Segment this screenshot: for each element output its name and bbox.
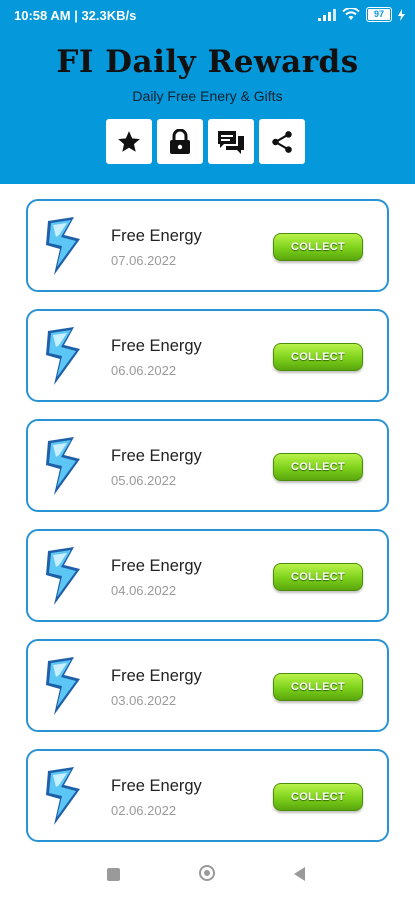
reward-card: Free Energy 03.06.2022 COLLECT	[26, 639, 389, 732]
reward-card: Free Energy 07.06.2022 COLLECT	[26, 199, 389, 292]
collect-button[interactable]: COLLECT	[273, 783, 363, 811]
lock-icon	[170, 128, 190, 154]
reward-date: 06.06.2022	[111, 363, 177, 378]
app-header: 10:58 AM | 32.3KB/s 97 FI Daily Rewards	[0, 0, 415, 184]
privacy-button[interactable]	[157, 119, 203, 164]
page-title: FI Daily Rewards	[56, 44, 359, 80]
wifi-icon	[342, 8, 360, 20]
reward-title: Free Energy	[111, 667, 202, 685]
reward-title: Free Energy	[111, 337, 202, 355]
energy-bolt-icon	[46, 327, 80, 385]
reward-date: 02.06.2022	[111, 803, 177, 818]
chat-icon	[218, 130, 244, 154]
collect-button[interactable]: COLLECT	[273, 343, 363, 371]
energy-bolt-icon	[46, 217, 80, 275]
recents-icon[interactable]	[107, 868, 120, 881]
reward-card: Free Energy 06.06.2022 COLLECT	[26, 309, 389, 402]
energy-bolt-icon	[46, 547, 80, 605]
reward-card: Free Energy 05.06.2022 COLLECT	[26, 419, 389, 512]
reward-title: Free Energy	[111, 557, 202, 575]
reward-card: Free Energy 02.06.2022 COLLECT	[26, 749, 389, 842]
share-icon	[272, 130, 292, 153]
reward-card: Free Energy 04.06.2022 COLLECT	[26, 529, 389, 622]
energy-bolt-icon	[46, 657, 80, 715]
energy-bolt-icon	[46, 437, 80, 495]
feedback-button[interactable]	[208, 119, 254, 164]
collect-button[interactable]: COLLECT	[273, 563, 363, 591]
reward-date: 05.06.2022	[111, 473, 177, 488]
share-button[interactable]	[259, 119, 305, 164]
status-icons: 97	[318, 7, 405, 22]
reward-date: 07.06.2022	[111, 253, 177, 268]
home-icon[interactable]	[199, 865, 215, 881]
collect-button[interactable]: COLLECT	[273, 453, 363, 481]
reward-date: 03.06.2022	[111, 693, 177, 708]
status-bar: 10:58 AM | 32.3KB/s 97	[0, 0, 415, 32]
charging-icon	[398, 8, 405, 21]
battery-icon: 97	[366, 7, 392, 22]
header-toolbar	[106, 119, 305, 164]
energy-bolt-icon	[46, 767, 80, 825]
reward-title: Free Energy	[111, 777, 202, 795]
rewards-list: Free Energy 07.06.2022 COLLECT Free Ener…	[26, 199, 389, 859]
status-time: 10:58 AM | 32.3KB/s	[14, 8, 137, 23]
reward-date: 04.06.2022	[111, 583, 177, 598]
battery-level: 97	[373, 9, 384, 19]
reward-title: Free Energy	[111, 447, 202, 465]
reward-title: Free Energy	[111, 227, 202, 245]
collect-button[interactable]: COLLECT	[273, 673, 363, 701]
favorite-button[interactable]	[106, 119, 152, 164]
collect-button[interactable]: COLLECT	[273, 233, 363, 261]
back-icon[interactable]	[294, 867, 305, 881]
star-icon	[118, 130, 140, 152]
signal-icon	[318, 8, 336, 21]
page-subtitle: Daily Free Enery & Gifts	[132, 88, 283, 104]
